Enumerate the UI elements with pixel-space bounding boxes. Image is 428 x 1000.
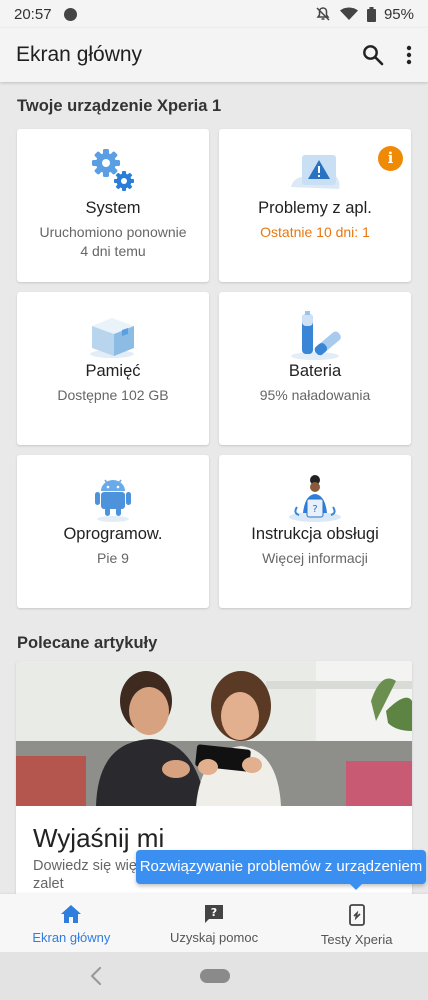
card-subtitle: Pie 9: [97, 550, 129, 566]
mute-icon: [316, 7, 330, 21]
search-icon[interactable]: [362, 44, 384, 66]
phone-test-icon: [348, 904, 365, 926]
nav-label: Uzyskaj pomoc: [169, 930, 259, 945]
gears-icon: [92, 149, 134, 191]
card-subtitle: Dostępne 102 GB: [57, 387, 169, 403]
card-title: Pamięć: [85, 362, 141, 380]
article-photo: [16, 661, 412, 806]
nav-label: Ekran główny: [32, 930, 111, 945]
battery-percent: 95%: [383, 5, 414, 23]
nav-label: Testy Xperia: [320, 932, 393, 947]
card-app-problems[interactable]: i Problemy z apl. Ostatnie 10 dni: 1: [219, 129, 411, 282]
wifi-icon: [339, 7, 358, 20]
home-icon: [61, 905, 82, 923]
card-user-manual[interactable]: ? Instrukcja obsługi Więcej informacji: [219, 455, 411, 608]
card-title: Problemy z apl.: [258, 199, 372, 217]
card-title: Bateria: [288, 362, 342, 380]
back-icon[interactable]: [86, 964, 106, 988]
tooltip[interactable]: Rozwiązywanie problemów z urządzeniem: [136, 850, 426, 884]
app-bar: Ekran główny: [0, 28, 428, 82]
nav-home[interactable]: Ekran główny: [0, 894, 143, 952]
nav-xperia-tests[interactable]: Testy Xperia: [285, 894, 428, 952]
warning-icon: [291, 155, 340, 189]
notification-icon: [63, 7, 77, 21]
battery-icon: [291, 311, 341, 360]
help-chat-icon: ?: [205, 905, 223, 923]
main-content: Twoje urządzenie Xperia 1 System Uruchom…: [0, 82, 428, 894]
manual-icon: ?: [289, 475, 341, 522]
card-subtitle: 95% naładowania: [259, 387, 371, 403]
storage-box-icon: [90, 318, 134, 358]
battery-status-icon: [366, 6, 376, 22]
card-software[interactable]: Oprogramow. Pie 9: [17, 455, 209, 608]
more-vert-icon[interactable]: [406, 45, 412, 65]
card-title: Instrukcja obsługi: [251, 525, 379, 543]
status-icons: 95%: [315, 6, 414, 23]
card-subtitle: Uruchomiono ponownie 4 dni temu: [39, 224, 187, 259]
card-storage[interactable]: Pamięć Dostępne 102 GB: [17, 292, 209, 445]
nav-get-help[interactable]: ? Uzyskaj pomoc: [143, 894, 286, 952]
tooltip-arrow: [349, 883, 363, 890]
card-subtitle: Ostatnie 10 dni: 1: [260, 224, 370, 240]
card-battery[interactable]: Bateria 95% naładowania: [219, 292, 411, 445]
bottom-navigation: Ekran główny ? Uzyskaj pomoc Testy Xperi…: [0, 894, 428, 952]
articles-section-title: Polecane artykuły: [17, 634, 158, 652]
card-title: Oprogramow.: [63, 525, 163, 543]
article-description: Dowiedz się wię zalet: [33, 858, 137, 892]
home-pill-button[interactable]: [200, 969, 230, 983]
system-navigation-bar: [0, 952, 428, 1000]
card-system[interactable]: System Uruchomiono ponownie 4 dni temu: [17, 129, 209, 282]
card-title: System: [85, 199, 141, 217]
status-bar: 20:57 95%: [0, 0, 428, 28]
card-subtitle: Więcej informacji: [262, 550, 368, 566]
svg-text:?: ?: [312, 504, 317, 515]
device-section-title: Twoje urządzenie Xperia 1: [17, 97, 222, 115]
svg-text:?: ?: [211, 906, 217, 919]
android-icon: [95, 479, 131, 522]
page-title: Ekran główny: [16, 43, 143, 66]
status-time: 20:57: [14, 5, 52, 23]
